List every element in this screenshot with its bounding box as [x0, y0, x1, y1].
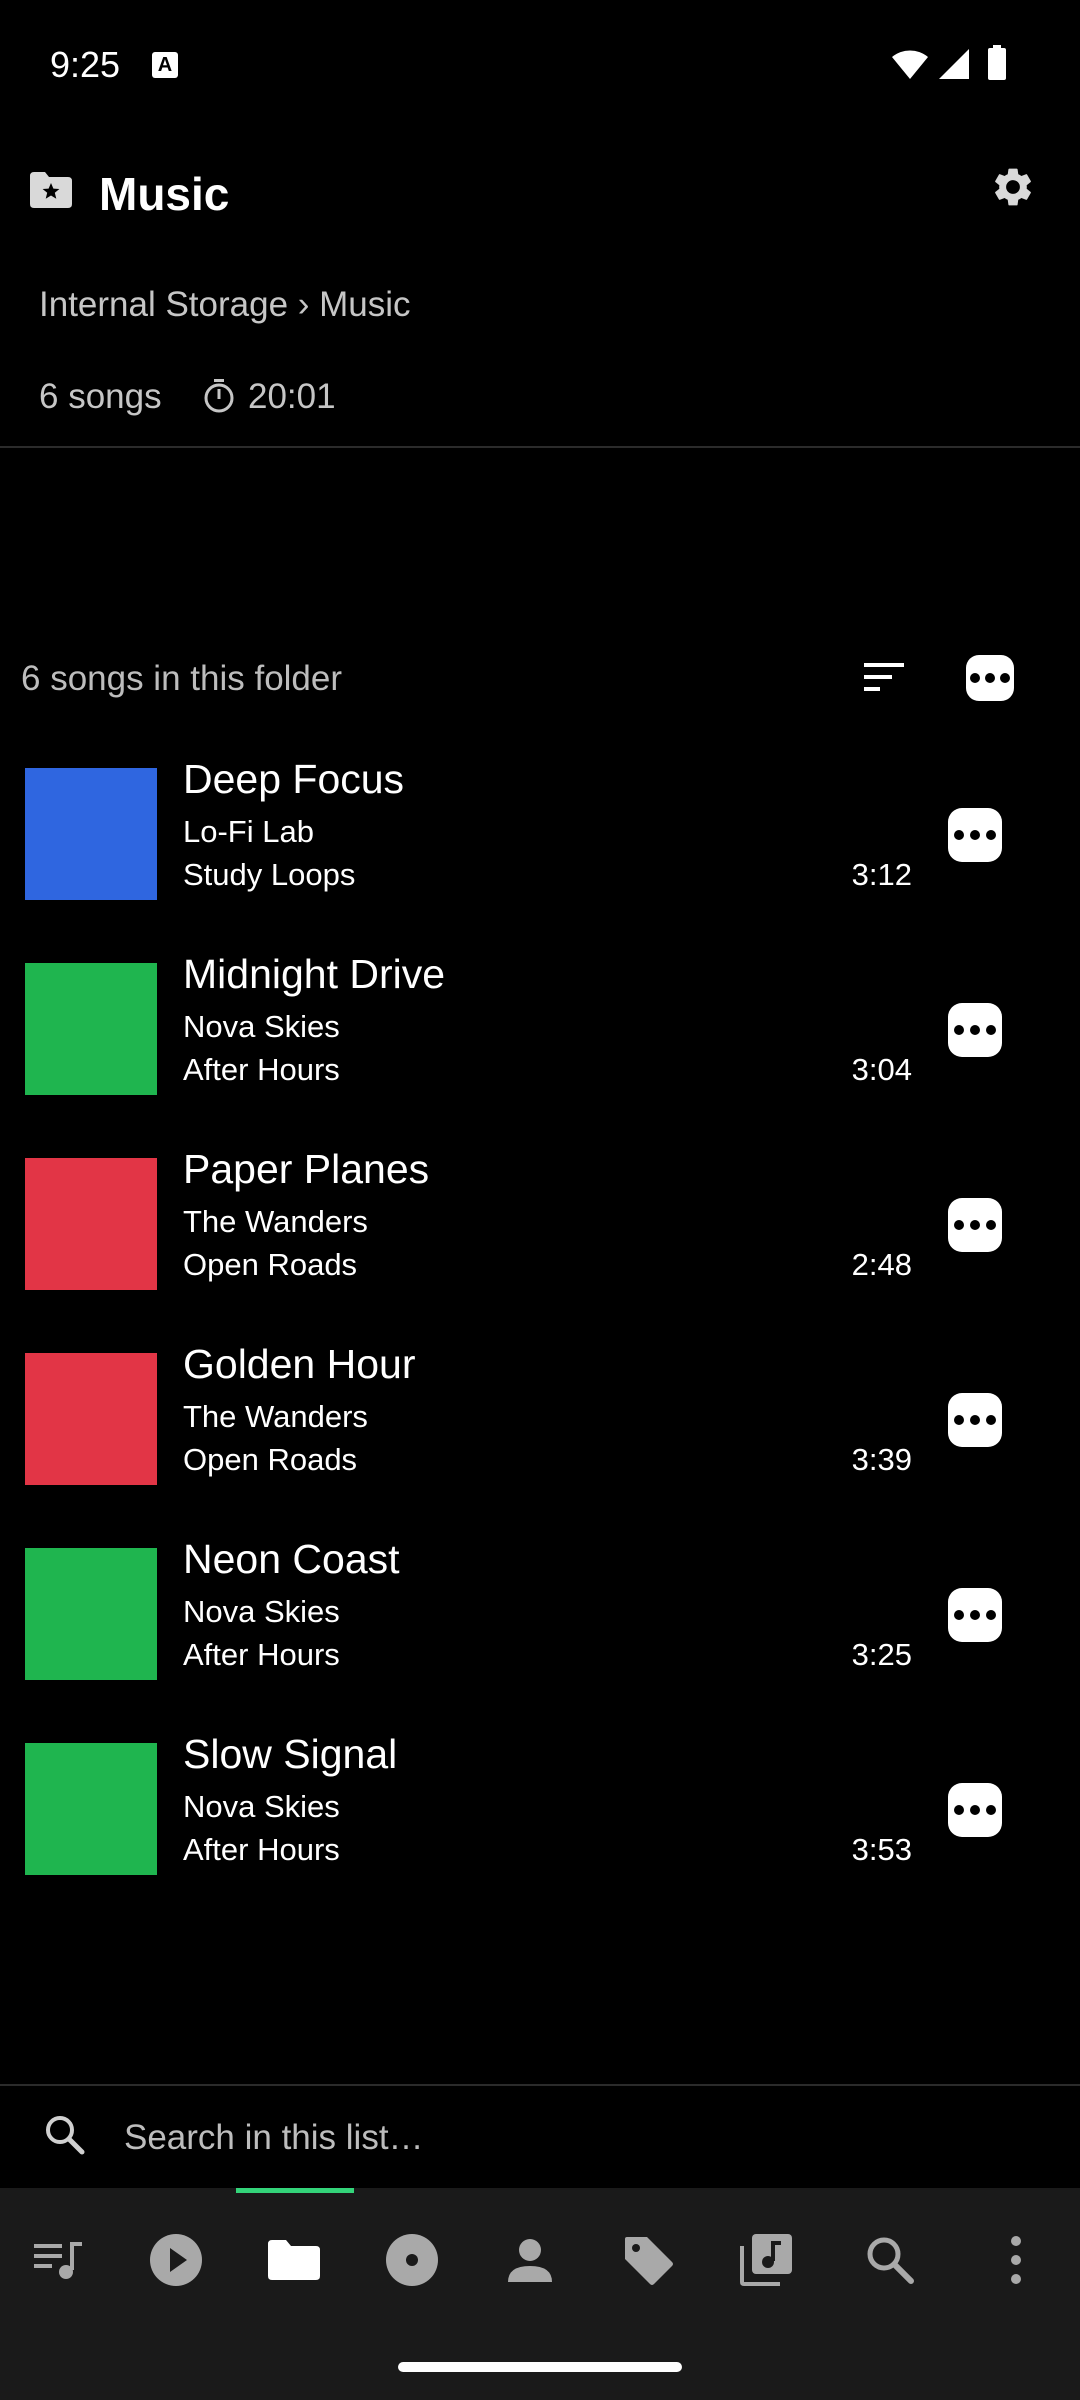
tag-icon[interactable]: [618, 2230, 678, 2290]
song-artist: Nova Skies: [183, 1789, 340, 1824]
song-row[interactable]: Deep Focus Lo-Fi Lab Study Loops 3:12: [0, 756, 1080, 928]
song-artist: Lo-Fi Lab: [183, 814, 314, 849]
search-icon[interactable]: [860, 2230, 920, 2290]
song-artist: The Wanders: [183, 1204, 368, 1239]
play-icon[interactable]: [146, 2230, 206, 2290]
playlist-icon[interactable]: [736, 2230, 796, 2290]
song-count: 6 songs: [39, 377, 162, 416]
more-icon[interactable]: [966, 655, 1014, 701]
search-input[interactable]: [124, 2112, 1024, 2164]
more-icon[interactable]: [948, 1588, 1002, 1642]
song-title: Neon Coast: [183, 1536, 400, 1582]
signal-icon: [939, 49, 969, 79]
song-album: After Hours: [183, 1832, 340, 1867]
active-tab-indicator: [236, 2188, 354, 2193]
song-row[interactable]: Slow Signal Nova Skies After Hours 3:53: [0, 1731, 1080, 1903]
wifi-icon: [892, 50, 928, 79]
song-album: Study Loops: [183, 857, 356, 892]
gesture-bar: [398, 2362, 682, 2372]
gear-icon[interactable]: [990, 164, 1036, 210]
divider: [0, 2084, 1080, 2086]
song-row[interactable]: Paper Planes The Wanders Open Roads 2:48: [0, 1146, 1080, 1318]
list-header-label: 6 songs in this folder: [21, 659, 343, 698]
artist-icon[interactable]: [500, 2230, 560, 2290]
folder-icon[interactable]: [264, 2230, 324, 2290]
album-cover: [25, 1158, 157, 1290]
song-title: Midnight Drive: [183, 951, 446, 997]
song-artist: Nova Skies: [183, 1009, 340, 1044]
album-cover: [25, 1743, 157, 1875]
song-row[interactable]: Neon Coast Nova Skies After Hours 3:25: [0, 1536, 1080, 1708]
song-duration: 3:39: [851, 1442, 912, 1477]
divider: [0, 446, 1080, 448]
album-cover: [25, 963, 157, 1095]
song-duration: 3:53: [851, 1832, 912, 1867]
text-a-icon: A: [152, 52, 178, 78]
status-time: 9:25: [50, 44, 121, 85]
song-duration: 3:12: [851, 857, 912, 892]
song-album: After Hours: [183, 1052, 340, 1087]
song-album: Open Roads: [183, 1442, 358, 1477]
breadcrumb: Internal Storage › Music: [39, 285, 411, 324]
sort-icon[interactable]: [862, 660, 906, 694]
more-icon[interactable]: [948, 808, 1002, 862]
timer-icon: [204, 379, 234, 413]
more-icon[interactable]: [948, 1783, 1002, 1837]
battery-icon: [988, 45, 1006, 80]
song-row[interactable]: Midnight Drive Nova Skies After Hours 3:…: [0, 951, 1080, 1123]
song-title: Deep Focus: [183, 756, 405, 802]
more-icon[interactable]: [948, 1198, 1002, 1252]
page-title: Music: [99, 168, 230, 220]
album-cover: [25, 1548, 157, 1680]
more-icon[interactable]: [948, 1003, 1002, 1057]
song-title: Paper Planes: [183, 1146, 430, 1192]
more-icon[interactable]: [948, 1393, 1002, 1447]
overflow-menu-icon[interactable]: [986, 2230, 1046, 2290]
song-album: After Hours: [183, 1637, 340, 1672]
queue-icon[interactable]: [28, 2230, 88, 2290]
song-row[interactable]: Golden Hour The Wanders Open Roads 3:39: [0, 1341, 1080, 1513]
song-duration: 3:25: [851, 1637, 912, 1672]
folder-star-icon: [30, 172, 72, 208]
album-cover: [25, 768, 157, 900]
search-icon: [46, 2116, 85, 2155]
song-title: Golden Hour: [183, 1341, 416, 1387]
album-cover: [25, 1353, 157, 1485]
song-artist: Nova Skies: [183, 1594, 340, 1629]
album-icon[interactable]: [382, 2230, 442, 2290]
song-album: Open Roads: [183, 1247, 358, 1282]
song-title: Slow Signal: [183, 1731, 398, 1777]
total-duration: 20:01: [248, 377, 336, 416]
song-duration: 2:48: [851, 1247, 912, 1282]
song-duration: 3:04: [851, 1052, 912, 1087]
song-artist: The Wanders: [183, 1399, 368, 1434]
